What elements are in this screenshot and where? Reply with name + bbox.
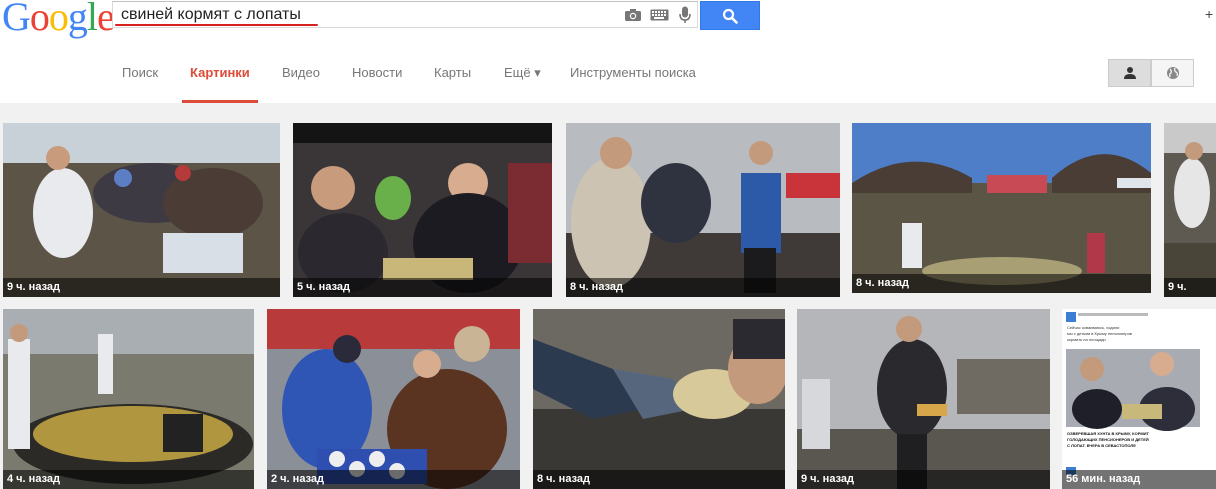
result-photo [3, 309, 254, 489]
person-icon [1123, 67, 1136, 79]
time-caption: 4 ч. назад [3, 470, 254, 489]
camera-icon[interactable] [623, 5, 643, 25]
time-caption: 9 ч. назад [1164, 278, 1216, 297]
time-caption: 9 ч. назад [797, 470, 1050, 489]
tweet-text: Сейчас осваиваюсь, ходили [1067, 325, 1120, 330]
google-logo[interactable]: Google [2, 0, 115, 39]
search-icon [722, 8, 738, 24]
tweet-caption: ОЗВЕРЕВШАЯ ХУНТА В КРЫМУ, КОРМИТ [1067, 431, 1149, 436]
result-photo [1164, 123, 1216, 297]
global-results-toggle[interactable] [1151, 59, 1194, 87]
tab-video[interactable]: Видео [282, 65, 320, 80]
image-result[interactable]: 9 ч. назад [1164, 123, 1216, 297]
image-result[interactable]: 8 ч. назад [852, 123, 1151, 293]
logo-letter: o [29, 0, 50, 39]
logo-letter: l [86, 0, 98, 39]
result-photo [566, 123, 840, 297]
time-caption: 8 ч. назад [852, 274, 1151, 293]
image-result[interactable]: 9 ч. назад [797, 309, 1050, 489]
time-caption: 5 ч. назад [293, 278, 552, 297]
image-result[interactable]: 9 ч. назад [3, 123, 280, 297]
search-query: свиней кормят с лопаты [121, 6, 301, 23]
result-photo [267, 309, 520, 489]
image-result[interactable]: 2 ч. назад [267, 309, 520, 489]
result-photo [797, 309, 1050, 489]
image-result[interactable]: 4 ч. назад [3, 309, 254, 489]
result-photo [293, 123, 552, 297]
tab-search[interactable]: Поиск [122, 65, 158, 80]
image-result[interactable]: 8 ч. назад [533, 309, 785, 489]
top-bar: Google свиней кормят с лопаты + [0, 0, 1216, 44]
tab-more[interactable]: Ещё ▾ [504, 65, 541, 81]
tweet-caption: ГОЛОДАЮЩИХ ПЕНСИОНЕРОВ И ДЕТЕЙ [1067, 437, 1149, 442]
tab-news[interactable]: Новости [352, 65, 402, 80]
globe-icon [1166, 67, 1179, 79]
image-result[interactable]: 5 ч. назад [293, 123, 552, 297]
search-button[interactable] [700, 1, 760, 30]
personal-results-toggle[interactable] [1108, 59, 1151, 87]
image-result[interactable]: 8 ч. назад [566, 123, 840, 297]
image-results-grid: 9 ч. назад 5 ч. назад 8 ч. назад 8 ч. на… [0, 103, 1216, 489]
tab-search-tools[interactable]: Инструменты поиска [570, 65, 696, 80]
time-caption: 56 мин. назад [1062, 470, 1216, 489]
result-photo [3, 123, 280, 297]
plus-link[interactable]: + [1205, 6, 1213, 22]
spellcheck-underline [115, 24, 318, 26]
image-result[interactable]: Сейчас осваиваюсь, ходили мы с детьми в … [1062, 309, 1216, 489]
keyboard-icon[interactable] [649, 5, 669, 25]
logo-letter: g [67, 0, 88, 39]
microphone-icon[interactable] [675, 5, 695, 25]
time-caption: 2 ч. назад [267, 470, 520, 489]
result-photo [1062, 309, 1216, 489]
time-caption: 8 ч. назад [566, 278, 840, 297]
tweet-text: мы с детьми в Крыму пенсионеров [1067, 331, 1132, 336]
tweet-text: кормить на площади [1067, 337, 1106, 342]
logo-letter: G [2, 0, 31, 39]
nav-bar: Поиск Картинки Видео Новости Карты Ещё ▾… [0, 44, 1216, 104]
tab-maps[interactable]: Карты [434, 65, 471, 80]
tweet-caption: С ЛОПАТ. ВЧЕРА В СЕВАСТОПОЛЕ [1067, 443, 1136, 448]
time-caption: 8 ч. назад [533, 470, 785, 489]
search-input[interactable]: свиней кормят с лопаты [112, 1, 698, 28]
result-photo [533, 309, 785, 489]
tab-images[interactable]: Картинки [190, 65, 250, 80]
result-photo [852, 123, 1151, 293]
logo-letter: o [48, 0, 69, 39]
time-caption: 9 ч. назад [3, 278, 280, 297]
